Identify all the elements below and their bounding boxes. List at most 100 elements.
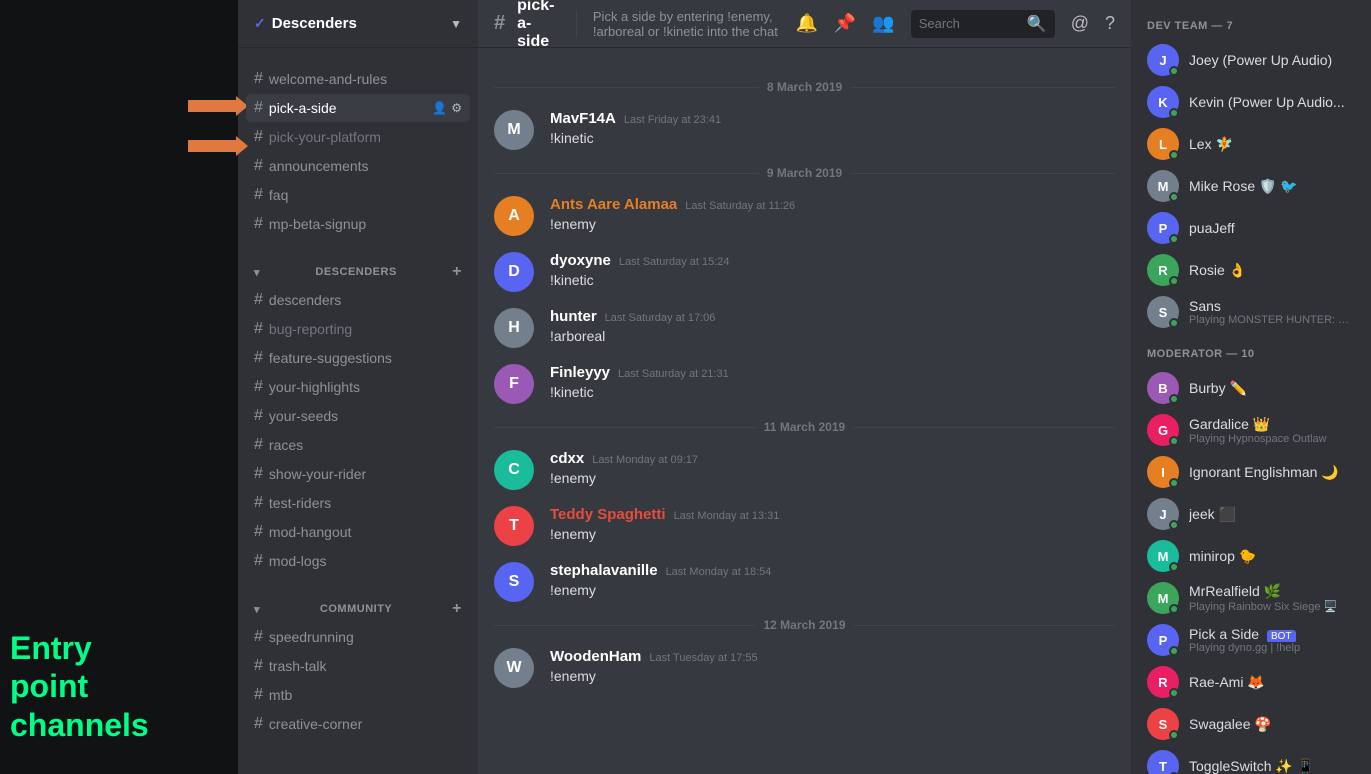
hash-icon: # — [254, 715, 263, 733]
members-sidebar: DEV TEAM — 7 J Joey (Power Up Audio) K K… — [1131, 0, 1371, 774]
member-item-sans[interactable]: S Sans Playing MONSTER HUNTER: WOR — [1139, 292, 1363, 332]
member-status: Playing MONSTER HUNTER: WOR — [1189, 314, 1355, 326]
message-group: M MavF14A Last Friday at 23:41 !kinetic — [494, 110, 1115, 150]
help-icon[interactable]: ? — [1105, 13, 1115, 34]
date-divider: 11 March 2019 — [494, 420, 1115, 434]
message-timestamp: Last Friday at 23:41 — [624, 114, 721, 126]
person-icon: 👤 — [432, 101, 447, 115]
member-avatar: M — [1147, 170, 1179, 202]
message-meta: stephalavanille Last Monday at 18:54 — [550, 562, 1115, 579]
member-name: Rae-Ami 🦊 — [1189, 674, 1355, 691]
server-name: Descenders — [272, 15, 357, 32]
channel-item-welcome-and-rules[interactable]: # welcome-and-rules — [246, 65, 470, 93]
member-avatar: M — [1147, 582, 1179, 614]
channel-item-descenders[interactable]: # descenders — [246, 286, 470, 314]
member-item-rae-ami[interactable]: R Rae-Ami 🦊 — [1139, 662, 1363, 702]
message-timestamp: Last Monday at 09:17 — [592, 454, 698, 466]
channel-sidebar: ✓ Descenders ▼ # welcome-and-rules # pic… — [238, 0, 478, 774]
member-avatar: P — [1147, 212, 1179, 244]
member-info: Lex 🧚 — [1189, 136, 1355, 153]
member-item-ignorant[interactable]: I Ignorant Englishman 🌙 — [1139, 452, 1363, 492]
general-section: # welcome-and-rules # pick-a-side 👤 ⚙ # … — [238, 48, 478, 243]
channel-item-trash-talk[interactable]: # trash-talk — [246, 652, 470, 680]
member-item-gardalice[interactable]: G Gardalice 👑 Playing Hypnospace Outlaw — [1139, 410, 1363, 450]
member-item-mrrealfield[interactable]: M MrRealfield 🌿 Playing Rainbow Six Sieg… — [1139, 578, 1363, 618]
add-channel-icon[interactable]: + — [452, 263, 462, 281]
status-online-dot — [1169, 150, 1179, 160]
channel-item-pick-a-side[interactable]: # pick-a-side 👤 ⚙ — [246, 94, 470, 122]
message-content: stephalavanille Last Monday at 18:54 !en… — [550, 562, 1115, 602]
status-online-dot — [1169, 478, 1179, 488]
member-item-swagalee[interactable]: S Swagalee 🍄 — [1139, 704, 1363, 744]
channel-item-faq[interactable]: # faq — [246, 181, 470, 209]
server-header[interactable]: ✓ Descenders ▼ — [238, 0, 478, 48]
search-icon: 🔍 — [1027, 14, 1047, 34]
community-section-header[interactable]: ▾ COMMUNITY + — [246, 596, 470, 622]
member-item-lex[interactable]: L Lex 🧚 — [1139, 124, 1363, 164]
pin-icon[interactable]: 📌 — [834, 13, 856, 34]
date-divider: 8 March 2019 — [494, 80, 1115, 94]
member-item-joey[interactable]: J Joey (Power Up Audio) — [1139, 40, 1363, 80]
channel-name: welcome-and-rules — [269, 71, 462, 87]
channel-item-test-riders[interactable]: # test-riders — [246, 489, 470, 517]
message-timestamp: Last Saturday at 21:31 — [618, 368, 729, 380]
message-timestamp: Last Saturday at 17:06 — [605, 312, 716, 324]
member-item-burby[interactable]: B Burby ✏️ — [1139, 368, 1363, 408]
message-group: F Finleyyy Last Saturday at 21:31 !kinet… — [494, 364, 1115, 404]
date-divider: 9 March 2019 — [494, 166, 1115, 180]
dev-team-section-header: DEV TEAM — 7 — [1139, 16, 1363, 36]
hash-icon: # — [254, 186, 263, 204]
status-online-dot — [1169, 234, 1179, 244]
channel-item-your-seeds[interactable]: # your-seeds — [246, 402, 470, 430]
member-avatar: G — [1147, 414, 1179, 446]
channel-item-mtb[interactable]: # mtb — [246, 681, 470, 709]
member-item-pick-a-side-bot[interactable]: P Pick a Side BOT Playing dyno.gg | !hel… — [1139, 620, 1363, 660]
descenders-section: ▾ DESCENDERS + # descenders # bug-report… — [238, 243, 478, 580]
member-avatar: T — [1147, 750, 1179, 774]
channel-item-mod-hangout[interactable]: # mod-hangout — [246, 518, 470, 546]
member-item-kevin[interactable]: K Kevin (Power Up Audio... — [1139, 82, 1363, 122]
channel-item-feature-suggestions[interactable]: # feature-suggestions — [246, 344, 470, 372]
channel-icons: 👤 ⚙ — [432, 101, 462, 115]
member-item-toggleswitch[interactable]: T ToggleSwitch ✨ 📱 — [1139, 746, 1363, 774]
avatar: H — [494, 308, 534, 348]
member-name: Lex 🧚 — [1189, 136, 1355, 153]
member-item-mike-rose[interactable]: M Mike Rose 🛡️ 🐦 — [1139, 166, 1363, 206]
members-icon[interactable]: 👥 — [872, 13, 894, 34]
member-item-minirop[interactable]: M minirop 🐤 — [1139, 536, 1363, 576]
search-input[interactable] — [919, 16, 1019, 31]
member-info: Burby ✏️ — [1189, 380, 1355, 397]
hash-icon: # — [254, 320, 263, 338]
member-item-puajeff[interactable]: P puaJeff — [1139, 208, 1363, 248]
hash-icon: # — [254, 686, 263, 704]
channel-item-your-highlights[interactable]: # your-highlights — [246, 373, 470, 401]
channel-item-races[interactable]: # races — [246, 431, 470, 459]
channel-item-mp-beta-signup[interactable]: # mp-beta-signup — [246, 210, 470, 238]
gear-icon[interactable]: ⚙ — [451, 101, 462, 115]
annotation-text: Entrypointchannels — [10, 629, 149, 744]
add-channel-icon[interactable]: + — [452, 600, 462, 618]
message-meta: Ants Aare Alamaa Last Saturday at 11:26 — [550, 196, 1115, 213]
channel-item-announcements[interactable]: # announcements — [246, 152, 470, 180]
member-status: Playing Rainbow Six Siege 🖥️ — [1189, 600, 1355, 613]
descenders-section-header[interactable]: ▾ DESCENDERS + — [246, 259, 470, 285]
member-avatar: R — [1147, 254, 1179, 286]
channel-item-show-your-rider[interactable]: # show-your-rider — [246, 460, 470, 488]
message-group: A Ants Aare Alamaa Last Saturday at 11:2… — [494, 196, 1115, 236]
channel-item-speedrunning[interactable]: # speedrunning — [246, 623, 470, 651]
channel-item-mod-logs[interactable]: # mod-logs — [246, 547, 470, 575]
member-name: Swagalee 🍄 — [1189, 716, 1355, 733]
channel-item-creative-corner[interactable]: # creative-corner — [246, 710, 470, 738]
date-divider: 12 March 2019 — [494, 618, 1115, 632]
search-box[interactable]: 🔍 — [911, 10, 1055, 38]
hash-icon: # — [254, 99, 263, 117]
channel-item-pick-your-platform[interactable]: # pick-your-platform — [246, 123, 470, 151]
message-timestamp: Last Saturday at 15:24 — [619, 256, 730, 268]
chevron-down-icon: ▼ — [450, 17, 462, 31]
member-name: Ignorant Englishman 🌙 — [1189, 464, 1355, 481]
member-item-rosie[interactable]: R Rosie 👌 — [1139, 250, 1363, 290]
channel-item-bug-reporting[interactable]: # bug-reporting — [246, 315, 470, 343]
at-icon[interactable]: @ — [1071, 13, 1089, 34]
bell-icon[interactable]: 🔔 — [795, 13, 817, 34]
member-item-jeek[interactable]: J jeek ⬛ — [1139, 494, 1363, 534]
